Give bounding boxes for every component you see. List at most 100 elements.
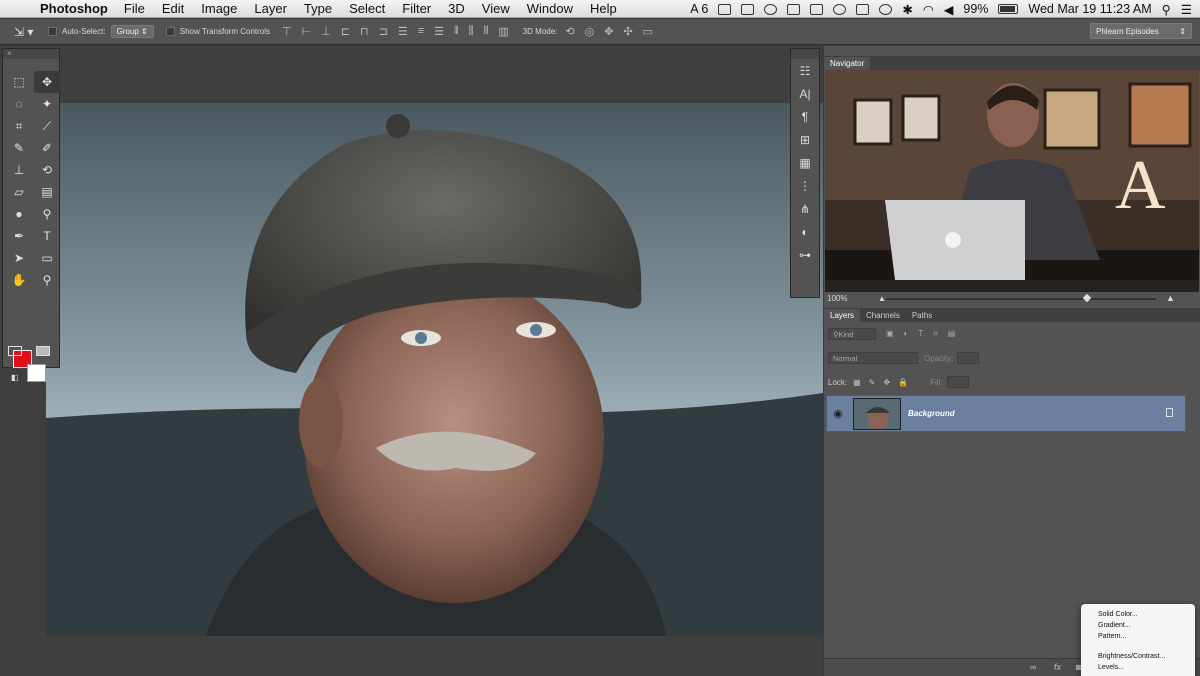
menu-app-name[interactable]: Photoshop [40,1,108,16]
navigator-zoom-value[interactable]: 100% [827,294,847,303]
toolbox-collapse[interactable]: × [3,49,59,59]
screen-mode-button[interactable] [36,346,50,356]
blend-mode-dropdown[interactable]: Normal [828,352,918,364]
menu-select[interactable]: Select [349,1,385,16]
menu-filter[interactable]: Filter [402,1,431,16]
navigator-thumbnail[interactable]: A [825,70,1199,292]
auto-select-checkbox[interactable] [48,27,57,36]
align-bottom-icon[interactable]: ⊥ [321,25,331,38]
3d-camera-icon[interactable]: ▭ [643,25,653,38]
3d-slide-icon[interactable]: ✣ [623,25,632,38]
opacity-field[interactable] [957,352,980,364]
grid-status-icon[interactable] [718,3,732,15]
history-panel-icon[interactable]: ☷ [791,59,819,82]
paragraph-panel-icon[interactable]: ¶ [791,105,819,128]
align-top-icon[interactable]: ⊤ [282,25,292,38]
3d-drag-icon[interactable]: ✥ [604,25,613,38]
auto-select-dropdown[interactable]: Group ⇕ [110,25,154,38]
brush-panel-icon[interactable]: ⋔ [791,197,819,220]
airplay-icon[interactable] [856,3,870,15]
align-hcenter-icon[interactable]: ⊓ [360,25,369,38]
menu-gradient[interactable]: Gradient... [1098,620,1195,631]
3d-roll-icon[interactable]: ◎ [585,25,595,38]
link-layers-icon[interactable]: ∞ [1030,662,1036,672]
menu-solid-color[interactable]: Solid Color... [1098,609,1195,620]
properties-panel-icon[interactable]: ⊶ [791,243,819,266]
navigator-zoom-slider[interactable] [886,293,1156,303]
tab-channels[interactable]: Channels [860,309,906,322]
type-tool-icon[interactable]: T [34,225,60,247]
menu-brightness-contrast[interactable]: Brightness/Contrast... [1098,651,1195,662]
fill-field[interactable] [946,376,969,388]
info-panel-icon[interactable]: ⋮ [791,174,819,197]
distribute-bottom-icon[interactable]: ☰ [434,25,444,38]
align-left-icon[interactable]: ⊏ [341,25,350,38]
zoom-in-icon[interactable]: ▲ [1166,293,1175,303]
lock-icons[interactable]: ▦✎✥🔒 [853,378,916,387]
adjustments-panel-icon[interactable]: ◐ [791,220,819,243]
lasso-tool-icon[interactable]: ◌ [6,93,32,115]
history-brush-tool-icon[interactable]: ⟲ [34,159,60,181]
hand-tool-icon[interactable]: ✋ [6,269,32,291]
shape-tool-icon[interactable]: ▭ [34,247,60,269]
search-icon[interactable]: ⚲ [1162,2,1171,17]
menu-3d[interactable]: 3D [448,1,465,16]
tab-navigator[interactable]: Navigator [824,57,871,70]
distribute-left-icon[interactable]: ⫴ [454,25,459,38]
align-vcenter-icon[interactable]: ⊢ [302,25,312,38]
menu-file[interactable]: File [124,1,145,16]
dodge-tool-icon[interactable]: ⚲ [34,203,60,225]
list-icon[interactable]: ☰ [1181,2,1192,17]
video-status-icon[interactable] [787,3,801,15]
move-tool-icon[interactable]: ✥ [34,71,60,93]
blur-tool-icon[interactable]: ● [6,203,32,225]
wifi-icon[interactable]: ◠ [923,2,934,17]
clone-stamp-tool-icon[interactable]: ⊥ [6,159,32,181]
distribute-vcenter-icon[interactable]: ≡ [418,25,424,38]
3d-rotate-icon[interactable]: ⟲ [565,25,574,38]
zoom-slider-knob[interactable] [1082,293,1092,303]
volume-icon[interactable]: ◀ [944,2,954,17]
document-photo[interactable] [46,103,823,636]
filter-icons[interactable]: ▣◐T⌗▤ [886,329,965,339]
distribute-hcenter-icon[interactable]: ⫼ [469,25,474,38]
brush-tool-icon[interactable]: ✐ [34,137,60,159]
align-right-icon[interactable]: ⊐ [379,25,388,38]
dropbox-status-icon[interactable] [810,3,824,15]
time-machine-icon[interactable] [879,3,893,15]
menu-window[interactable]: Window [527,1,573,16]
quick-mask-button[interactable] [8,346,22,356]
menu-help[interactable]: Help [590,1,617,16]
crop-tool-icon[interactable]: ⌗ [6,115,32,137]
notification-icon[interactable] [833,3,847,15]
creative-cloud-icon[interactable] [764,3,778,15]
menu-image[interactable]: Image [201,1,237,16]
menu-type[interactable]: Type [304,1,332,16]
tab-paths[interactable]: Paths [906,309,938,322]
show-transform-checkbox[interactable] [165,27,175,36]
distribute-top-icon[interactable]: ☰ [398,25,408,38]
layer-row-background[interactable]: ◉ Background [826,395,1186,432]
pen-tool-icon[interactable]: ✒ [6,225,32,247]
menu-edit[interactable]: Edit [162,1,184,16]
menu-view[interactable]: View [482,1,510,16]
visibility-eye-icon[interactable]: ◉ [827,407,849,420]
fx-icon[interactable]: fx [1054,662,1061,672]
swatches-panel-icon[interactable]: ⊞ [791,128,819,151]
dock-collapse[interactable] [791,49,819,59]
gradient-tool-icon[interactable]: ▤ [34,181,60,203]
workspace-dropdown[interactable]: Phlearn Episodes ⇕ [1090,23,1192,39]
zoom-tool-icon[interactable]: ⚲ [34,269,60,291]
character-panel-icon[interactable]: A| [791,82,819,105]
clock[interactable]: Wed Mar 19 11:23 AM [1028,2,1151,16]
path-selection-tool-icon[interactable]: ➤ [6,247,32,269]
bluetooth-icon[interactable]: ✱ [902,2,912,17]
default-colors-icon[interactable]: ◧ [11,373,19,382]
distribute-right-icon[interactable]: ⫴ [484,25,489,38]
menu-layer[interactable]: Layer [254,1,287,16]
adobe-status-icon[interactable]: A 6 [690,2,708,16]
marquee-tool-icon[interactable]: ⬚ [6,71,32,93]
background-color-swatch[interactable] [27,364,46,382]
healing-brush-tool-icon[interactable]: ✎ [6,137,32,159]
styles-panel-icon[interactable]: ▦ [791,151,819,174]
